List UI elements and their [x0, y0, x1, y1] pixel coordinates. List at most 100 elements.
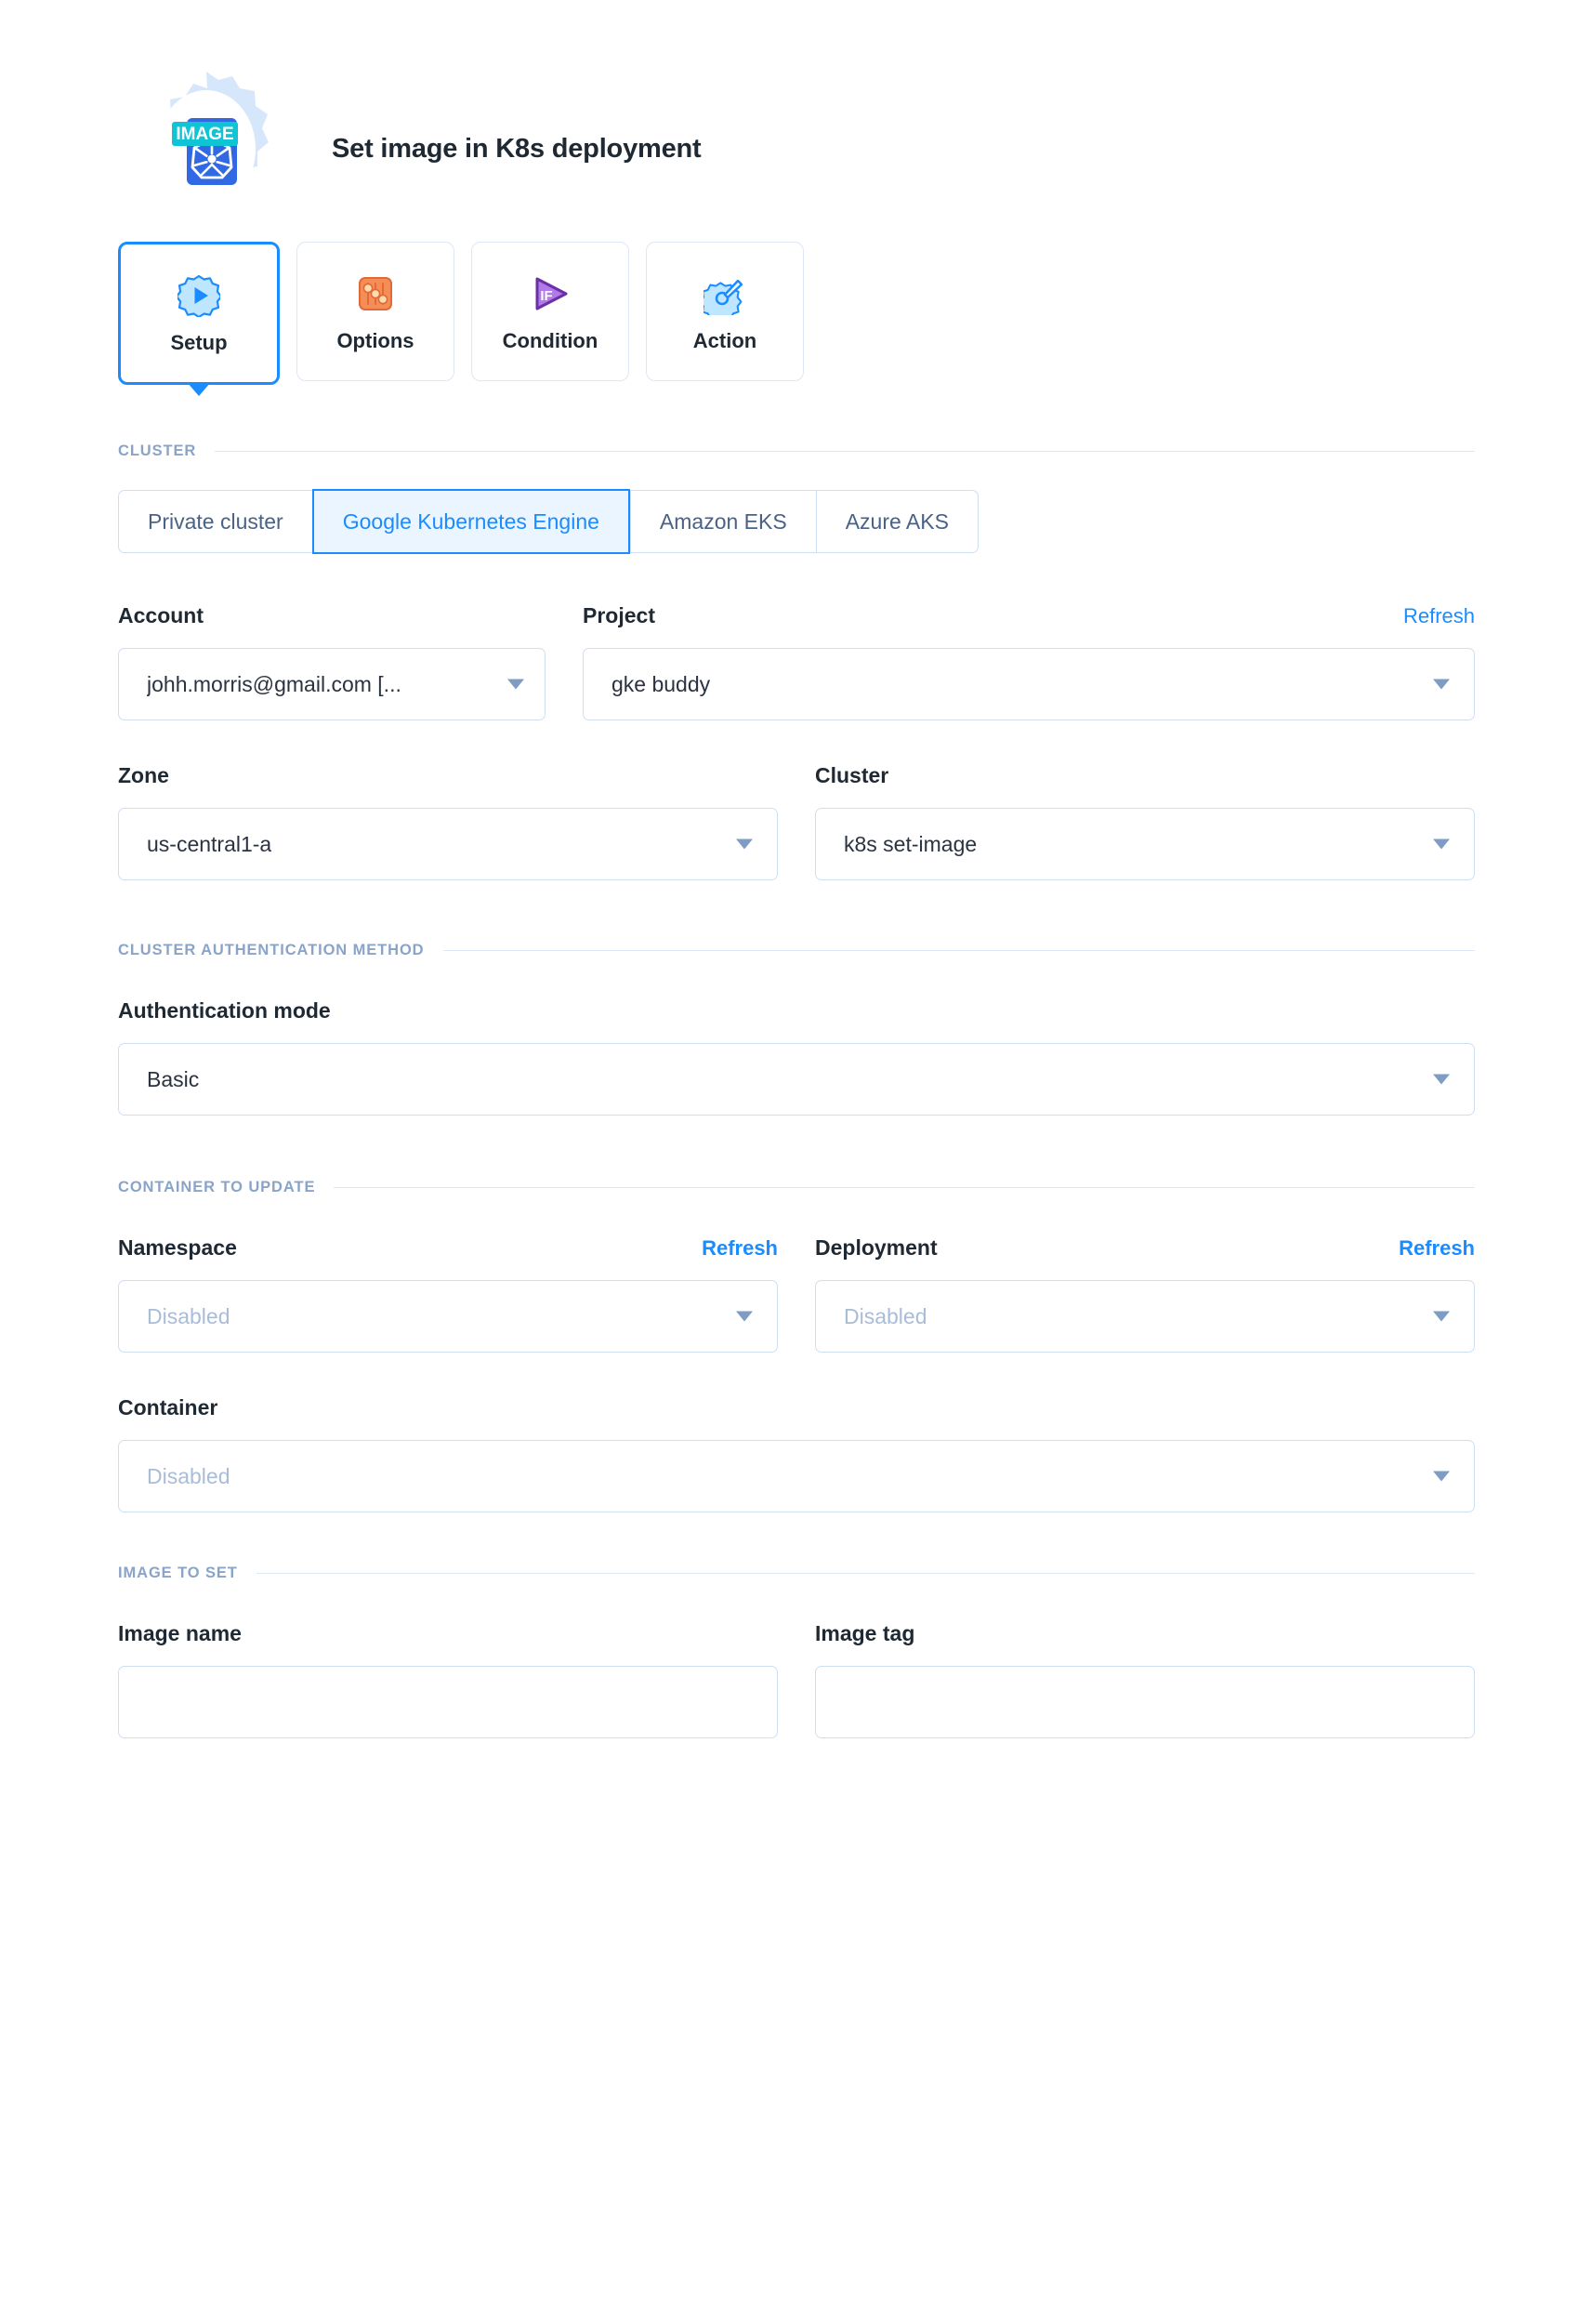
sliders-icon: [355, 270, 396, 318]
chevron-down-icon: [1433, 839, 1450, 850]
image-tag-label: Image tag: [815, 1621, 914, 1646]
namespace-field: Namespace Refresh Disabled: [118, 1235, 778, 1353]
auth-mode-field-head: Authentication mode: [118, 998, 1475, 1023]
image-tag-field-head: Image tag: [815, 1621, 1475, 1645]
image-name-field: Image name: [118, 1621, 778, 1738]
account-value: johh.morris@gmail.com [...: [147, 672, 401, 697]
tab-action[interactable]: Action: [646, 242, 804, 381]
section-cluster-auth: CLUSTER AUTHENTICATION METHOD: [118, 942, 1475, 959]
image-tag-input[interactable]: [815, 1666, 1475, 1738]
namespace-refresh-link[interactable]: Refresh: [702, 1236, 778, 1261]
page-title: Set image in K8s deployment: [332, 134, 702, 165]
section-divider: [443, 950, 1476, 951]
section-cluster: CLUSTER: [118, 442, 1475, 460]
project-select[interactable]: gke buddy: [583, 648, 1475, 720]
auth-mode-value: Basic: [147, 1067, 199, 1092]
set-image-k8s-form-page: IMAGE Set image in K8s deployment Setup: [0, 0, 1591, 2324]
image-name-label: Image name: [118, 1621, 242, 1646]
namespace-deployment-row: Namespace Refresh Disabled Deployment Re…: [118, 1235, 1475, 1353]
section-divider: [256, 1573, 1475, 1574]
image-name-field-head: Image name: [118, 1621, 778, 1645]
segment-google-kubernetes-engine[interactable]: Google Kubernetes Engine: [312, 489, 630, 554]
svg-text:IMAGE: IMAGE: [176, 125, 233, 144]
chevron-down-icon: [736, 839, 753, 850]
cluster-label: Cluster: [815, 763, 888, 788]
section-title: CONTAINER TO UPDATE: [118, 1179, 315, 1196]
image-name-input[interactable]: [118, 1666, 778, 1738]
zone-value: us-central1-a: [147, 832, 271, 857]
svg-text:IF: IF: [540, 288, 552, 304]
section-title: CLUSTER AUTHENTICATION METHOD: [118, 942, 425, 959]
deployment-field: Deployment Refresh Disabled: [815, 1235, 1475, 1353]
project-label: Project: [583, 603, 655, 628]
active-tab-pointer: [187, 382, 211, 396]
account-field-head: Account: [118, 603, 546, 627]
cluster-select[interactable]: k8s set-image: [815, 808, 1475, 880]
auth-mode-select[interactable]: Basic: [118, 1043, 1475, 1116]
tab-label: Options: [336, 329, 414, 353]
zone-label: Zone: [118, 763, 169, 788]
cluster-field-head: Cluster: [815, 763, 1475, 787]
deployment-value: Disabled: [844, 1304, 927, 1329]
section-image-to-set: IMAGE TO SET: [118, 1565, 1475, 1582]
container-field: Container Disabled: [118, 1395, 1475, 1512]
section-title: CLUSTER: [118, 442, 196, 460]
segment-amazon-eks[interactable]: Amazon EKS: [630, 490, 816, 553]
zone-select[interactable]: us-central1-a: [118, 808, 778, 880]
tab-options[interactable]: Options: [296, 242, 454, 381]
project-field-head: Project Refresh: [583, 603, 1475, 627]
cluster-field: Cluster k8s set-image: [815, 763, 1475, 880]
chevron-down-icon: [1433, 680, 1450, 690]
cluster-type-segmented-control: Private cluster Google Kubernetes Engine…: [118, 490, 979, 553]
container-label: Container: [118, 1395, 217, 1420]
chevron-down-icon: [736, 1312, 753, 1322]
page-header: IMAGE Set image in K8s deployment: [118, 0, 1475, 205]
container-select[interactable]: Disabled: [118, 1440, 1475, 1512]
deployment-label: Deployment: [815, 1235, 938, 1261]
segment-private-cluster[interactable]: Private cluster: [118, 490, 312, 553]
tab-setup[interactable]: Setup: [118, 242, 280, 385]
tab-label: Action: [693, 329, 756, 353]
auth-mode-row: Authentication mode Basic: [118, 998, 1475, 1116]
account-select[interactable]: johh.morris@gmail.com [...: [118, 648, 546, 720]
project-value: gke buddy: [611, 672, 710, 697]
container-field-head: Container: [118, 1395, 1475, 1419]
if-play-icon: IF: [529, 270, 572, 318]
zone-field-head: Zone: [118, 763, 778, 787]
tab-condition[interactable]: IF Condition: [471, 242, 629, 381]
section-title: IMAGE TO SET: [118, 1565, 238, 1582]
auth-mode-label: Authentication mode: [118, 998, 331, 1023]
tab-label: Condition: [503, 329, 598, 353]
account-field: Account johh.morris@gmail.com [...: [118, 603, 546, 720]
image-tag-field: Image tag: [815, 1621, 1475, 1738]
container-row: Container Disabled: [118, 1395, 1475, 1512]
project-refresh-link[interactable]: Refresh: [1403, 604, 1475, 628]
tab-label: Setup: [170, 331, 227, 355]
namespace-value: Disabled: [147, 1304, 230, 1329]
namespace-field-head: Namespace Refresh: [118, 1235, 778, 1260]
deployment-refresh-link[interactable]: Refresh: [1399, 1236, 1475, 1261]
chevron-down-icon: [1433, 1312, 1450, 1322]
deployment-select[interactable]: Disabled: [815, 1280, 1475, 1353]
namespace-select[interactable]: Disabled: [118, 1280, 778, 1353]
step-tabs: Setup: [118, 242, 1475, 385]
chevron-down-icon: [1433, 1075, 1450, 1085]
content-container: IMAGE Set image in K8s deployment Setup: [118, 0, 1475, 1738]
zone-field: Zone us-central1-a: [118, 763, 778, 880]
segment-azure-aks[interactable]: Azure AKS: [816, 490, 979, 553]
auth-mode-field: Authentication mode Basic: [118, 998, 1475, 1116]
chevron-down-icon: [1433, 1472, 1450, 1482]
project-field: Project Refresh gke buddy: [583, 603, 1475, 720]
zone-cluster-row: Zone us-central1-a Cluster k8s set-image: [118, 763, 1475, 880]
namespace-label: Namespace: [118, 1235, 237, 1261]
gear-wrench-icon: [703, 270, 746, 318]
container-value: Disabled: [147, 1464, 230, 1489]
gear-play-icon: [178, 271, 220, 320]
image-name-tag-row: Image name Image tag: [118, 1621, 1475, 1738]
deployment-field-head: Deployment Refresh: [815, 1235, 1475, 1260]
chevron-down-icon: [507, 680, 524, 690]
k8s-set-image-icon: IMAGE: [118, 60, 295, 237]
cluster-value: k8s set-image: [844, 832, 977, 857]
section-container-to-update: CONTAINER TO UPDATE: [118, 1179, 1475, 1196]
section-divider: [215, 451, 1475, 452]
